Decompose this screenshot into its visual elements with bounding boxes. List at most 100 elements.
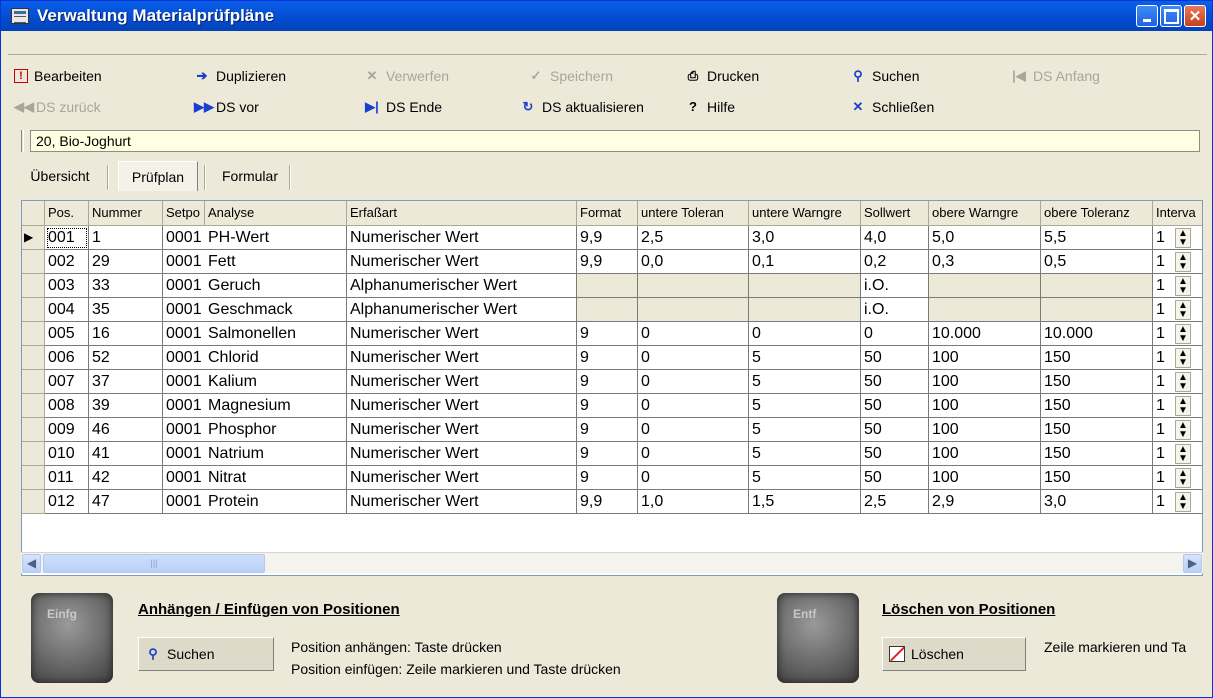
- cell-untere-toleranz[interactable]: [638, 274, 749, 298]
- cell-nummer[interactable]: 41: [89, 442, 163, 466]
- pruefplan-grid[interactable]: Pos. Nummer Setpo Analyse Erfaßart Format unte…: [21, 200, 1203, 576]
- intervall-spinner-icon[interactable]: ▲ ▼: [1175, 228, 1191, 248]
- table-row[interactable]: 007 37 0001 Kalium Numerischer Wert 9 0 5 50 100 1…: [22, 370, 1202, 394]
- cell-pos[interactable]: 011: [45, 466, 89, 490]
- cell-nummer[interactable]: 1: [89, 226, 163, 250]
- intervall-spinner-icon[interactable]: ▲ ▼: [1175, 492, 1191, 512]
- cell-untere-toleranz[interactable]: 0: [638, 394, 749, 418]
- table-row[interactable]: 005 16 0001 Salmonellen Numerischer Wert 9 0 0 0…: [22, 322, 1202, 346]
- cell-setpo[interactable]: 0001: [163, 442, 205, 466]
- cell-pos[interactable]: 003: [45, 274, 89, 298]
- row-indicator[interactable]: [22, 394, 45, 418]
- cell-untere-warngrenze[interactable]: [749, 298, 861, 322]
- cell-untere-warngrenze[interactable]: 5: [749, 466, 861, 490]
- cell-analyse[interactable]: Chlorid: [205, 346, 347, 370]
- cell-pos[interactable]: 010: [45, 442, 89, 466]
- cell-obere-warngrenze[interactable]: 10.000: [929, 322, 1041, 346]
- ds-aktualisieren-button[interactable]: ↻ DS aktualisieren: [520, 96, 644, 118]
- cell-nummer[interactable]: 29: [89, 250, 163, 274]
- cell-sollwert[interactable]: i.O.: [861, 274, 929, 298]
- cell-pos[interactable]: 007: [45, 370, 89, 394]
- cell-setpo[interactable]: 0001: [163, 490, 205, 514]
- column-header-untere-warngrenze[interactable]: untere Warngre: [749, 201, 861, 226]
- column-header-obere-toleranz[interactable]: obere Toleranz: [1041, 201, 1153, 226]
- cell-sollwert[interactable]: 50: [861, 418, 929, 442]
- column-header-pos[interactable]: Pos.: [45, 201, 89, 226]
- row-indicator[interactable]: [22, 490, 45, 514]
- ds-ende-button[interactable]: ▶| DS Ende: [364, 96, 442, 118]
- cell-obere-toleranz[interactable]: 150: [1041, 394, 1153, 418]
- schliessen-button[interactable]: ✕ Schließen: [850, 96, 935, 118]
- cell-format[interactable]: 9: [577, 418, 638, 442]
- cell-pos[interactable]: 002: [45, 250, 89, 274]
- cell-untere-toleranz[interactable]: 0: [638, 442, 749, 466]
- cell-nummer[interactable]: 16: [89, 322, 163, 346]
- table-row[interactable]: ▶ 001 1 0001 PH-Wert Numerischer Wert 9,9 2,5 3,…: [22, 226, 1202, 250]
- cell-untere-warngrenze[interactable]: 5: [749, 346, 861, 370]
- cell-obere-toleranz[interactable]: [1041, 298, 1153, 322]
- cell-untere-toleranz[interactable]: 0: [638, 418, 749, 442]
- cell-obere-toleranz[interactable]: 150: [1041, 370, 1153, 394]
- drucken-button[interactable]: ⎙ Drucken: [685, 65, 759, 87]
- row-indicator[interactable]: [22, 250, 45, 274]
- cell-analyse[interactable]: Salmonellen: [205, 322, 347, 346]
- intervall-spinner-icon[interactable]: ▲ ▼: [1175, 396, 1191, 416]
- hilfe-button[interactable]: ? Hilfe: [685, 96, 735, 118]
- column-header-setpo[interactable]: Setpo: [163, 201, 205, 226]
- cell-obere-toleranz[interactable]: 3,0: [1041, 490, 1153, 514]
- cell-setpo[interactable]: 0001: [163, 274, 205, 298]
- cell-format[interactable]: [577, 274, 638, 298]
- cell-setpo[interactable]: 0001: [163, 298, 205, 322]
- cell-sollwert[interactable]: 0: [861, 322, 929, 346]
- column-header-intervall[interactable]: Interva: [1153, 201, 1202, 226]
- cell-untere-toleranz[interactable]: 0: [638, 322, 749, 346]
- cell-untere-toleranz[interactable]: 2,5: [638, 226, 749, 250]
- row-indicator[interactable]: ▶: [22, 226, 45, 250]
- cell-analyse[interactable]: Kalium: [205, 370, 347, 394]
- cell-setpo[interactable]: 0001: [163, 226, 205, 250]
- cell-obere-toleranz[interactable]: 5,5: [1041, 226, 1153, 250]
- cell-nummer[interactable]: 33: [89, 274, 163, 298]
- cell-obere-toleranz[interactable]: 150: [1041, 346, 1153, 370]
- intervall-spinner-icon[interactable]: ▲ ▼: [1175, 252, 1191, 272]
- cell-sollwert[interactable]: 50: [861, 394, 929, 418]
- intervall-spinner-icon[interactable]: ▲ ▼: [1175, 444, 1191, 464]
- column-header-analyse[interactable]: Analyse: [205, 201, 347, 226]
- cell-untere-toleranz[interactable]: 0,0: [638, 250, 749, 274]
- cell-erfassart[interactable]: Numerischer Wert: [347, 490, 577, 514]
- table-row[interactable]: 008 39 0001 Magnesium Numerischer Wert 9 0 5 50 1…: [22, 394, 1202, 418]
- intervall-spinner-icon[interactable]: ▲ ▼: [1175, 276, 1191, 296]
- column-header-sollwert[interactable]: Sollwert: [861, 201, 929, 226]
- cell-format[interactable]: [577, 298, 638, 322]
- intervall-spinner-icon[interactable]: ▲ ▼: [1175, 420, 1191, 440]
- cell-format[interactable]: 9: [577, 370, 638, 394]
- cell-pos[interactable]: 009: [45, 418, 89, 442]
- cell-erfassart[interactable]: Numerischer Wert: [347, 226, 577, 250]
- suchen-button[interactable]: ⚲ Suchen: [850, 65, 919, 87]
- row-indicator[interactable]: [22, 418, 45, 442]
- row-indicator[interactable]: [22, 322, 45, 346]
- cell-setpo[interactable]: 0001: [163, 250, 205, 274]
- cell-pos[interactable]: 008: [45, 394, 89, 418]
- ds-anfang-button[interactable]: |◀ DS Anfang: [1011, 65, 1100, 87]
- tab-formular[interactable]: Formular: [211, 161, 289, 191]
- cell-obere-toleranz[interactable]: 10.000: [1041, 322, 1153, 346]
- cell-obere-warngrenze[interactable]: [929, 298, 1041, 322]
- column-header-obere-warngrenze[interactable]: obere Warngre: [929, 201, 1041, 226]
- cell-analyse[interactable]: Phosphor: [205, 418, 347, 442]
- cell-erfassart[interactable]: Numerischer Wert: [347, 466, 577, 490]
- cell-untere-warngrenze[interactable]: 0,1: [749, 250, 861, 274]
- cell-sollwert[interactable]: 0,2: [861, 250, 929, 274]
- cell-sollwert[interactable]: 4,0: [861, 226, 929, 250]
- cell-obere-toleranz[interactable]: [1041, 274, 1153, 298]
- cell-sollwert[interactable]: 2,5: [861, 490, 929, 514]
- cell-untere-toleranz[interactable]: [638, 298, 749, 322]
- cell-sollwert[interactable]: 50: [861, 466, 929, 490]
- cell-untere-warngrenze[interactable]: 0: [749, 322, 861, 346]
- cell-untere-warngrenze[interactable]: 5: [749, 370, 861, 394]
- insert-search-button[interactable]: ⚲ Suchen: [138, 637, 274, 671]
- cell-format[interactable]: 9: [577, 322, 638, 346]
- cell-obere-warngrenze[interactable]: 100: [929, 394, 1041, 418]
- maximize-button[interactable]: [1160, 5, 1182, 27]
- cell-erfassart[interactable]: Numerischer Wert: [347, 442, 577, 466]
